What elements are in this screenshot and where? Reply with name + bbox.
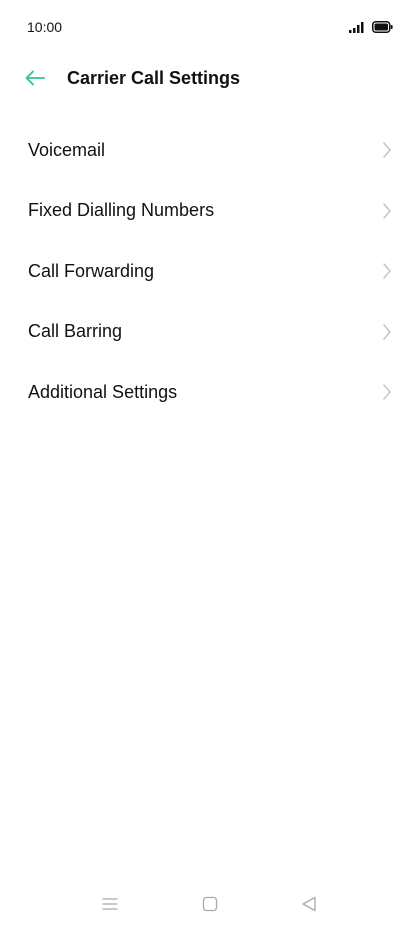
home-square-icon xyxy=(201,895,219,918)
menu-item-label: Voicemail xyxy=(28,139,106,160)
menu-item-label: Additional Settings xyxy=(28,381,178,402)
back-button[interactable] xyxy=(20,66,50,94)
menu-item-label: Call Forwarding xyxy=(28,260,155,281)
nav-home-button[interactable] xyxy=(198,894,222,918)
navigation-bar xyxy=(0,880,419,931)
page-title: Carrier Call Settings xyxy=(67,68,241,88)
chevron-right-icon xyxy=(382,262,392,280)
menu-item-label: Fixed Dialling Numbers xyxy=(28,200,215,221)
menu-item-label: Call Barring xyxy=(28,321,123,342)
header: Carrier Call Settings xyxy=(0,56,419,104)
menu-item-additional-settings[interactable]: Additional Settings xyxy=(0,362,419,423)
chevron-right-icon xyxy=(382,383,392,401)
settings-list: Voicemail Fixed Dialling Numbers Call Fo… xyxy=(0,120,419,423)
back-triangle-icon xyxy=(300,895,318,918)
menu-item-call-barring[interactable]: Call Barring xyxy=(0,302,419,363)
menu-item-voicemail[interactable]: Voicemail xyxy=(0,120,419,181)
chevron-right-icon xyxy=(382,202,392,220)
status-icons xyxy=(349,20,393,38)
menu-item-fixed-dialling-numbers[interactable]: Fixed Dialling Numbers xyxy=(0,181,419,242)
menu-item-call-forwarding[interactable]: Call Forwarding xyxy=(0,241,419,302)
status-time: 10:00 xyxy=(27,19,63,35)
status-bar: 10:00 xyxy=(0,0,419,54)
battery-icon xyxy=(372,20,393,38)
menu-icon xyxy=(101,896,119,917)
chevron-right-icon xyxy=(382,323,392,341)
nav-back-button[interactable] xyxy=(297,894,321,918)
nav-menu-button[interactable] xyxy=(98,894,122,918)
arrow-left-icon xyxy=(24,70,46,91)
chevron-right-icon xyxy=(382,141,392,159)
signal-icon xyxy=(349,20,365,38)
